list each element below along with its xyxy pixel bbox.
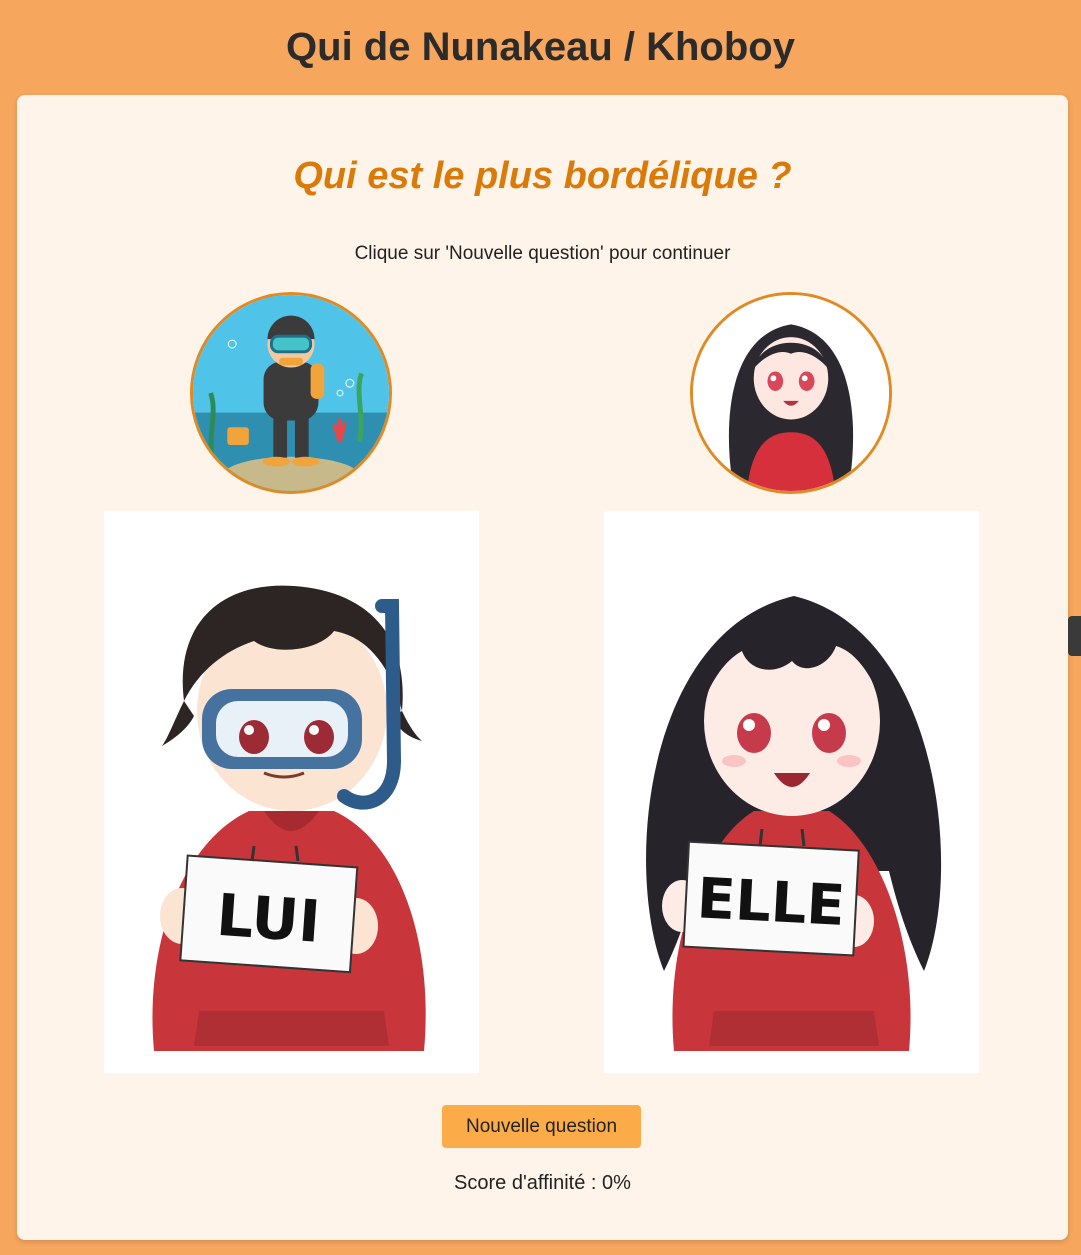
scrollbar-thumb[interactable] (1068, 616, 1081, 656)
sign-lui-text: LUI (214, 881, 322, 956)
sign-elle-text: ELLE (695, 866, 846, 939)
page-title: Qui de Nunakeau / Khoboy (286, 25, 795, 69)
quiz-card: Qui est le plus bordélique ? Clique sur … (17, 95, 1068, 1240)
choice-lui-card[interactable]: LUI (104, 511, 479, 1073)
affinity-score: Score d'affinité : 0% (454, 1172, 631, 1194)
instruction-text: Clique sur 'Nouvelle question' pour cont… (354, 243, 731, 264)
choice-elle-card[interactable]: ELLE (604, 511, 979, 1073)
diver-avatar-icon (190, 292, 392, 494)
anime-girl-avatar-icon (690, 292, 892, 494)
question-title: Qui est le plus bordélique ? (293, 155, 792, 197)
new-question-button[interactable]: Nouvelle question (442, 1105, 641, 1148)
